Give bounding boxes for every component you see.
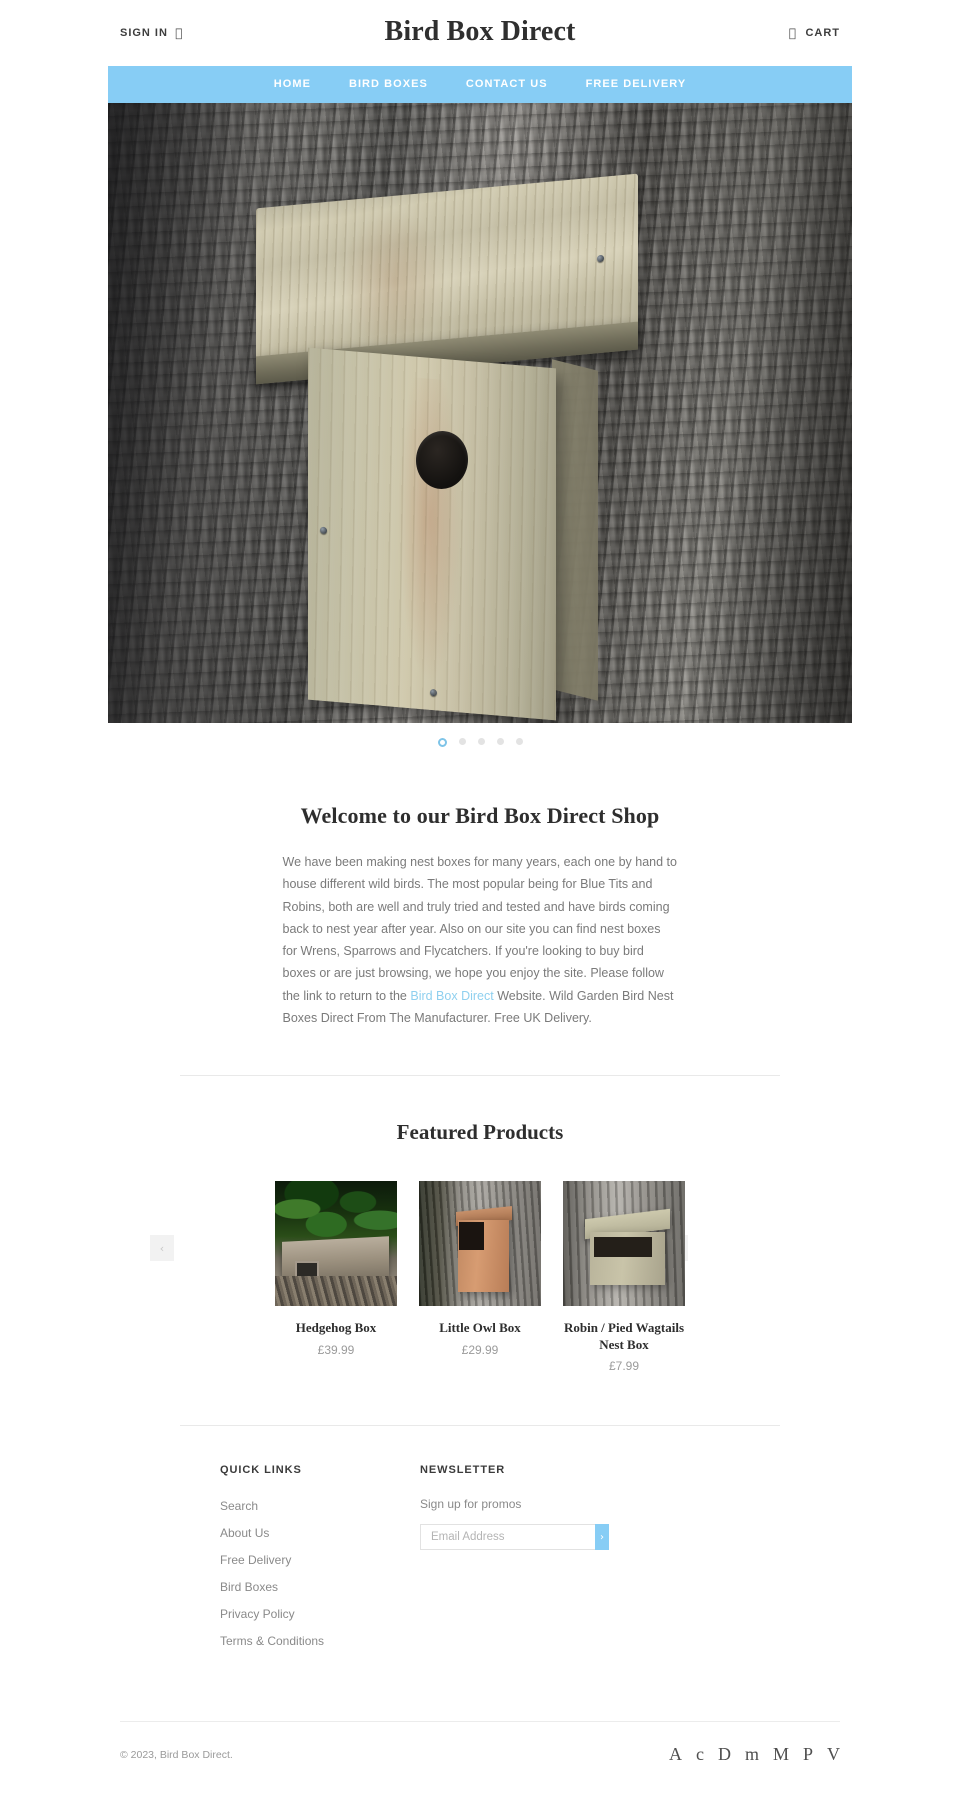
list-item: Terms & Conditions — [220, 1632, 420, 1650]
page-root: SIGN IN  Bird Box Direct  CART HOME BI… — [0, 0, 960, 1802]
product-title[interactable]: Hedgehog Box — [275, 1320, 397, 1337]
carousel-dot-2[interactable] — [458, 738, 466, 745]
product-title[interactable]: Little Owl Box — [419, 1320, 541, 1337]
quick-links-column: QUICK LINKS Search About Us Free Deliver… — [220, 1464, 420, 1659]
list-item: Free Delivery — [220, 1551, 420, 1569]
newsletter-column: NEWSLETTER Sign up for promos › — [420, 1464, 620, 1659]
paypal-icon: P — [802, 1744, 813, 1765]
welcome-heading: Welcome to our Bird Box Direct Shop — [300, 803, 660, 828]
diners-club-icon: D — [717, 1744, 731, 1765]
product-carousel: ‹ › Hedgehog Box £39.99 — [0, 1181, 960, 1373]
box-entrance-detail — [593, 1237, 653, 1258]
footer-bottom-bar: © 2023, Bird Box Direct. A c D m M P V — [120, 1722, 840, 1765]
newsletter-form: › — [420, 1524, 609, 1551]
newsletter-subtitle: Sign up for promos — [420, 1497, 522, 1512]
product-price: £29.99 — [461, 1342, 499, 1357]
front-wood-grain — [397, 376, 462, 692]
quick-link-bird-boxes[interactable]: Bird Boxes — [220, 1580, 278, 1594]
carousel-dots — [0, 738, 960, 747]
main-navigation: HOME BIRD BOXES CONTACT US FREE DELIVERY — [108, 66, 852, 103]
product-card[interactable]: Hedgehog Box £39.99 — [275, 1181, 397, 1357]
quick-link-search[interactable]: Search — [220, 1499, 258, 1513]
nav-item-contact-us[interactable]: CONTACT US — [447, 66, 567, 103]
email-field[interactable] — [420, 1524, 595, 1551]
carousel-dot-4[interactable] — [496, 738, 504, 745]
hero-image — [108, 103, 852, 723]
product-card[interactable]: Little Owl Box £29.99 — [419, 1181, 541, 1357]
box-entrance-detail — [459, 1222, 484, 1250]
sign-in-label: SIGN IN — [120, 27, 168, 39]
payment-icons: A c D m M P V — [669, 1744, 840, 1765]
apple-pay-icon: c — [695, 1744, 704, 1765]
list-item: About Us — [220, 1524, 420, 1542]
carousel-dot-1[interactable] — [437, 738, 447, 747]
cart-button[interactable]:  CART — [788, 26, 840, 40]
welcome-section: Welcome to our Bird Box Direct Shop We h… — [0, 747, 960, 1029]
list-item: Bird Boxes — [220, 1578, 420, 1596]
roof-screw — [597, 254, 604, 263]
nav-item-home[interactable]: HOME — [255, 66, 330, 103]
cart-label: CART — [805, 27, 840, 39]
quick-link-about-us[interactable]: About Us — [220, 1526, 269, 1540]
list-item: Privacy Policy — [220, 1605, 420, 1623]
little-owl-box-image[interactable] — [419, 1181, 541, 1306]
nest-box-front — [308, 347, 556, 721]
sign-in-button[interactable]: SIGN IN  — [120, 26, 184, 40]
quick-link-terms-conditions[interactable]: Terms & Conditions — [220, 1634, 324, 1648]
list-item: Search — [220, 1497, 420, 1515]
nav-item-free-delivery[interactable]: FREE DELIVERY — [567, 66, 706, 103]
front-screw-bottom — [430, 688, 437, 697]
product-price: £39.99 — [317, 1342, 355, 1357]
copyright-text: © 2023, Bird Box Direct. — [120, 1748, 233, 1761]
newsletter-submit-button[interactable]: › — [595, 1524, 609, 1551]
quick-link-free-delivery[interactable]: Free Delivery — [220, 1553, 291, 1567]
product-card[interactable]: Robin / Pied Wagtails Nest Box £7.99 — [563, 1181, 685, 1373]
product-title[interactable]: Robin / Pied Wagtails Nest Box — [563, 1320, 685, 1353]
front-screw-left — [320, 526, 327, 535]
bird-box-direct-link[interactable]: Bird Box Direct — [410, 989, 493, 1003]
site-title-link[interactable]: Bird Box Direct — [385, 16, 576, 47]
visa-icon: V — [827, 1744, 840, 1765]
robin-pied-wagtails-nest-box-image[interactable] — [563, 1181, 685, 1306]
amex-icon: A — [668, 1744, 682, 1765]
newsletter-heading: NEWSLETTER — [420, 1464, 506, 1477]
featured-products-heading: Featured Products — [396, 1120, 564, 1144]
roof-wood-grain — [335, 201, 452, 361]
product-price: £7.99 — [608, 1359, 640, 1374]
welcome-text-part1: We have been making nest boxes for many … — [282, 855, 677, 1003]
hero-slideshow[interactable] — [108, 103, 852, 723]
carousel-prev-button[interactable]: ‹ — [150, 1235, 174, 1261]
carousel-dot-3[interactable] — [477, 738, 485, 745]
welcome-paragraph: We have been making nest boxes for many … — [283, 851, 678, 1029]
quick-links-heading: QUICK LINKS — [220, 1464, 302, 1477]
ground-detail — [275, 1276, 397, 1306]
nest-box-side — [552, 359, 598, 701]
carousel-dot-5[interactable] — [515, 738, 523, 745]
hedgehog-box-image[interactable] — [275, 1181, 397, 1306]
bark-shadow-right — [688, 103, 852, 723]
nav-item-bird-boxes[interactable]: BIRD BOXES — [330, 66, 447, 103]
site-header: SIGN IN  Bird Box Direct  CART — [0, 0, 960, 66]
shopping-bag-icon:  — [788, 26, 797, 40]
maestro-icon: M — [772, 1744, 789, 1765]
discover-icon: m — [744, 1744, 759, 1765]
featured-products-section: Featured Products ‹ › Hedgehog Box £39.9… — [0, 1076, 960, 1373]
user-icon:  — [175, 26, 184, 40]
quick-link-privacy-policy[interactable]: Privacy Policy — [220, 1607, 295, 1621]
quick-links-list: Search About Us Free Delivery Bird Boxes… — [220, 1497, 420, 1650]
nest-box-illustration — [256, 103, 686, 723]
site-footer: QUICK LINKS Search About Us Free Deliver… — [0, 1426, 960, 1659]
